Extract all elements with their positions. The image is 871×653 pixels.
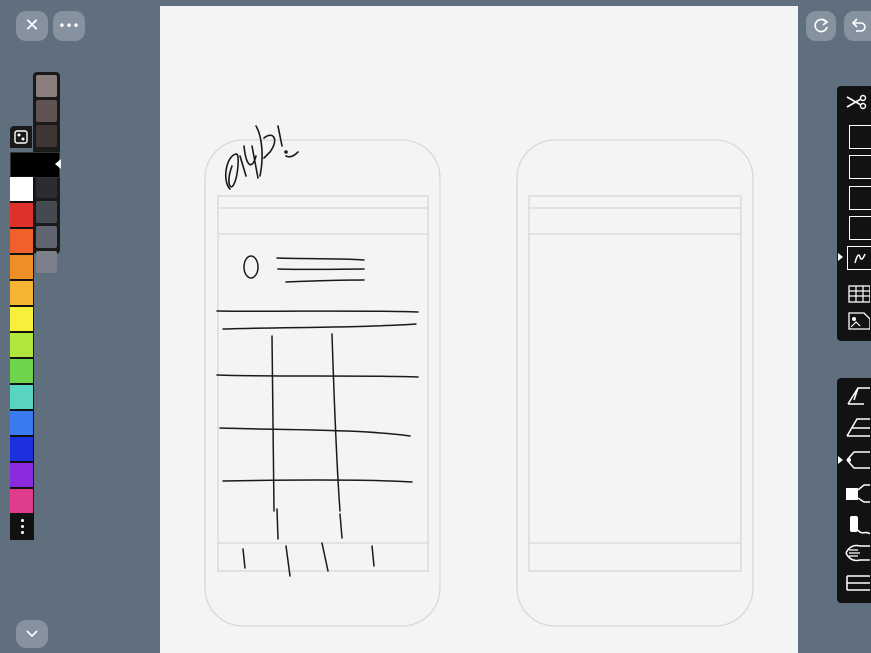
palette-settings-icon[interactable]	[10, 126, 32, 148]
color-swatch[interactable]	[10, 489, 33, 513]
color-swatch[interactable]	[10, 411, 33, 435]
left-panel: ✕ •••	[0, 0, 160, 653]
wireframe-sketch	[216, 255, 419, 577]
pen-frame-icon	[853, 253, 866, 264]
more-button[interactable]: •••	[53, 11, 85, 41]
color-swatch[interactable]	[10, 281, 33, 305]
grid-button[interactable]	[846, 283, 871, 305]
frame-template-3[interactable]	[849, 186, 871, 210]
image-template-button[interactable]	[846, 310, 871, 332]
frame-template-1[interactable]	[849, 125, 871, 149]
color-swatch[interactable]	[10, 255, 33, 279]
right-panel	[798, 0, 871, 653]
color-swatch[interactable]	[10, 203, 33, 227]
color-swatch[interactable]	[10, 385, 33, 409]
phone-frame-left	[204, 139, 441, 627]
pencil-button[interactable]	[843, 446, 871, 474]
handwritten-scribble	[224, 125, 299, 190]
color-swatch[interactable]	[10, 177, 33, 201]
frame-template-2[interactable]	[849, 155, 871, 179]
fineliner-button[interactable]	[843, 384, 871, 410]
redo-icon	[814, 18, 829, 33]
grid-icon	[847, 285, 870, 303]
brush-icon	[850, 516, 870, 535]
marker-button[interactable]	[843, 478, 871, 508]
close-button[interactable]: ✕	[16, 11, 48, 41]
gray-swatch[interactable]	[36, 176, 57, 198]
collapse-button[interactable]	[16, 620, 48, 648]
chevron-down-icon	[26, 630, 38, 638]
current-color-marker	[55, 159, 61, 169]
scissors-button[interactable]	[840, 90, 871, 114]
dot-icon	[20, 524, 24, 528]
current-color-swatch[interactable]	[10, 152, 60, 178]
eraser-button[interactable]	[843, 570, 871, 596]
more-colors-button[interactable]	[10, 513, 34, 539]
color-swatch[interactable]	[10, 333, 33, 357]
close-icon: ✕	[24, 15, 40, 36]
eraser-icon	[846, 575, 870, 591]
gray-swatch[interactable]	[36, 251, 57, 273]
color-swatch[interactable]	[10, 307, 33, 331]
undo-icon	[851, 18, 866, 32]
watercolor-button[interactable]	[843, 540, 871, 566]
scissors-icon	[846, 94, 866, 110]
pencil-icon	[846, 451, 870, 469]
watercolor-icon	[845, 544, 870, 562]
color-swatch[interactable]	[10, 229, 33, 253]
dot-icon	[20, 530, 24, 534]
template-selection-marker	[838, 253, 843, 261]
more-icon: •••	[58, 19, 80, 33]
gray-swatch[interactable]	[36, 226, 57, 248]
brush-button[interactable]	[843, 510, 871, 540]
pen-button[interactable]	[843, 414, 871, 442]
gray-swatch[interactable]	[36, 201, 57, 223]
color-swatch[interactable]	[10, 463, 33, 487]
undo-button[interactable]	[844, 11, 871, 41]
pen-frame-button[interactable]	[847, 246, 871, 270]
drawing-canvas[interactable]	[160, 6, 798, 653]
color-swatch[interactable]	[10, 437, 33, 461]
fineliner-icon	[847, 387, 870, 405]
dot-icon	[20, 518, 24, 522]
pen-icon	[846, 418, 870, 437]
gray-swatch[interactable]	[36, 75, 57, 97]
image-template-icon	[847, 312, 870, 330]
marker-icon	[846, 484, 870, 503]
sketch-layer	[204, 125, 754, 627]
redo-button[interactable]	[806, 11, 836, 41]
color-swatch[interactable]	[10, 359, 33, 383]
frame-template-4[interactable]	[849, 216, 871, 240]
gray-swatch[interactable]	[36, 100, 57, 122]
phone-frame-right	[516, 139, 754, 627]
gray-swatch[interactable]	[36, 125, 57, 147]
